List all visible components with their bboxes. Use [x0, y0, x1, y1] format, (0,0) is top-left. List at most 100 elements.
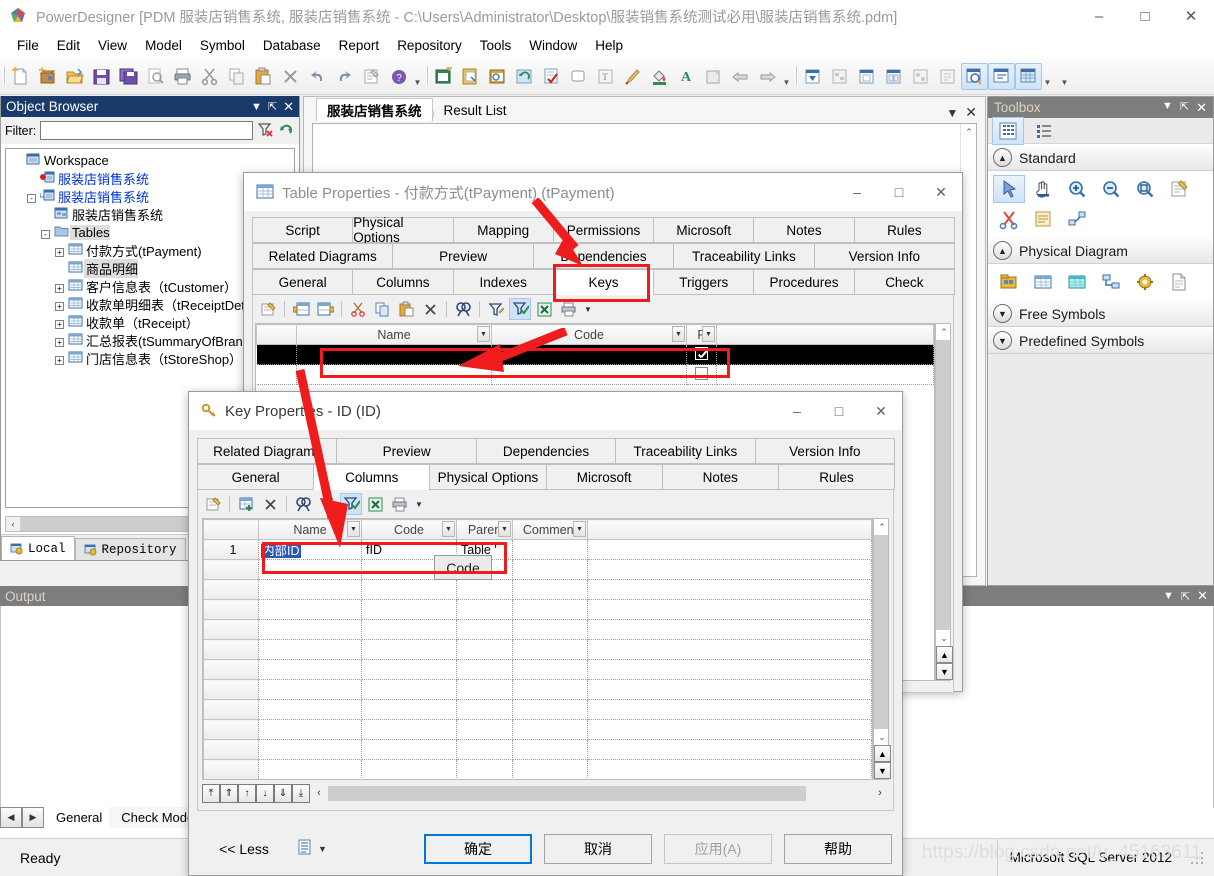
- help-button[interactable]: 帮助: [784, 834, 892, 864]
- zoom-in-icon[interactable]: [1061, 175, 1093, 203]
- menu-database[interactable]: Database: [254, 35, 330, 56]
- find-objects-icon[interactable]: [484, 63, 511, 90]
- scroll-down-arrow[interactable]: ⌄: [874, 729, 890, 745]
- column-parent-cell[interactable]: [457, 780, 513, 781]
- chevron-up-icon[interactable]: ▲: [993, 241, 1012, 260]
- table-row[interactable]: [203, 659, 872, 680]
- save-all-icon[interactable]: [115, 63, 142, 90]
- column-parent-cell[interactable]: [456, 599, 513, 620]
- report-dropdown-icon[interactable]: ▼: [318, 844, 327, 854]
- chevron-down-icon[interactable]: ▼: [993, 331, 1012, 350]
- expand-icon[interactable]: +: [52, 351, 67, 366]
- column-code-cell[interactable]: [362, 780, 457, 781]
- refresh-icon[interactable]: [278, 121, 295, 141]
- scroll-down-arrow[interactable]: ⌄: [936, 630, 952, 646]
- name-filter-dropdown-icon[interactable]: ▼: [477, 326, 490, 342]
- column-parent-cell[interactable]: [456, 719, 513, 740]
- menu-help[interactable]: Help: [586, 35, 632, 56]
- column-name-cell[interactable]: [258, 679, 362, 700]
- print-preview-icon[interactable]: [142, 63, 169, 90]
- column-comment-cell[interactable]: [512, 719, 588, 740]
- copy-icon[interactable]: [371, 298, 393, 320]
- align-text-icon[interactable]: T: [592, 63, 619, 90]
- chevron-up-icon[interactable]: ▲: [993, 148, 1012, 167]
- properties-icon[interactable]: [1163, 175, 1195, 203]
- keys-grid-vscrollbar[interactable]: ⌃ ⌄ ▲ ▼: [935, 323, 953, 681]
- move-up-block-icon[interactable]: ⇑: [220, 783, 238, 803]
- parent-filter-dropdown-icon[interactable]: ▼: [498, 521, 511, 537]
- move-top-icon[interactable]: ⤒: [202, 783, 220, 803]
- tab-microsoft[interactable]: Microsoft: [653, 217, 755, 243]
- chevron-down-icon[interactable]: ▼: [1162, 100, 1173, 116]
- key-code-cell[interactable]: ID: [491, 344, 687, 365]
- display-preferences-icon[interactable]: [799, 63, 826, 90]
- pin-icon[interactable]: ⇱: [268, 100, 277, 113]
- new-diagram-icon[interactable]: [430, 63, 457, 90]
- font-color-icon[interactable]: A: [673, 63, 700, 90]
- column-comment-cell[interactable]: [512, 579, 588, 600]
- column-parent-cell[interactable]: [456, 639, 513, 660]
- tab-columns[interactable]: Columns: [352, 269, 454, 295]
- chevron-down-icon[interactable]: ▼: [251, 101, 262, 113]
- menu-view[interactable]: View: [89, 35, 136, 56]
- toolbar-grip-3[interactable]: [795, 66, 798, 86]
- comment-icon[interactable]: [988, 62, 1015, 90]
- move-down-icon[interactable]: ↓: [256, 783, 274, 803]
- vscroll-thumb[interactable]: [936, 340, 950, 630]
- column-code-cell[interactable]: [361, 659, 457, 680]
- column-parent-cell[interactable]: [456, 759, 513, 779]
- scroll-up-arrow[interactable]: ⌃: [874, 519, 890, 535]
- toolbar-grip[interactable]: [3, 66, 6, 86]
- new-package-icon[interactable]: [34, 63, 61, 90]
- tab-related-diagrams[interactable]: Related Diagrams: [197, 438, 338, 464]
- column-name-cell[interactable]: [258, 759, 362, 779]
- fill-color-icon[interactable]: [646, 63, 673, 90]
- key-primary-checkbox-empty[interactable]: [686, 364, 717, 385]
- columns-hscrollbar[interactable]: [328, 785, 871, 801]
- column-comment-cell[interactable]: [512, 739, 588, 760]
- column-comment-cell[interactable]: [512, 639, 588, 660]
- hscroll-thumb[interactable]: [328, 785, 806, 801]
- columns-col-code[interactable]: Code ▼: [361, 519, 457, 540]
- tab-physical-options[interactable]: Physical Options: [429, 464, 547, 490]
- column-code-cell[interactable]: [361, 759, 457, 779]
- properties-icon[interactable]: [358, 63, 385, 90]
- chevron-down-icon[interactable]: ▼: [1163, 590, 1174, 602]
- pin-icon[interactable]: ⇱: [1180, 100, 1189, 116]
- column-comment-cell[interactable]: [512, 559, 588, 580]
- less-button[interactable]: << Less: [199, 834, 289, 864]
- close-icon[interactable]: ✕: [283, 99, 294, 115]
- model-icon[interactable]: [934, 63, 961, 90]
- menu-repository[interactable]: Repository: [388, 35, 471, 56]
- menu-report[interactable]: Report: [330, 35, 389, 56]
- column-name-cell[interactable]: [258, 699, 362, 720]
- close-button[interactable]: ✕: [920, 173, 962, 211]
- toolbar-overflow-1[interactable]: ▼: [412, 63, 423, 90]
- code-filter-dropdown-icon[interactable]: ▼: [672, 326, 685, 342]
- zoom-area-icon[interactable]: [1129, 175, 1161, 203]
- column-code-cell[interactable]: [361, 639, 457, 660]
- column-comment-cell[interactable]: [512, 679, 588, 700]
- model-options-icon[interactable]: [826, 63, 853, 90]
- column-parent-cell[interactable]: [456, 579, 513, 600]
- table-row[interactable]: [203, 599, 872, 620]
- clear-filter-icon[interactable]: [257, 121, 274, 141]
- spin-down-button[interactable]: ▼: [936, 663, 953, 680]
- toolbar-grip-2[interactable]: [426, 66, 429, 86]
- table-row[interactable]: [203, 739, 872, 760]
- column-name-cell[interactable]: [258, 579, 362, 600]
- close-button[interactable]: ✕: [860, 392, 902, 430]
- export-excel-icon[interactable]: [533, 298, 555, 320]
- tab-indexes[interactable]: Indexes: [452, 269, 554, 295]
- collapse-icon[interactable]: -: [24, 189, 39, 204]
- delete-icon[interactable]: [993, 205, 1025, 233]
- column-code-cell[interactable]: [361, 679, 457, 700]
- tab-preview[interactable]: Preview: [336, 438, 477, 464]
- folder-up-icon[interactable]: [700, 63, 727, 90]
- column-name-cell[interactable]: [258, 619, 362, 640]
- tab-rules[interactable]: Rules: [777, 464, 896, 490]
- menu-window[interactable]: Window: [520, 35, 586, 56]
- print-icon[interactable]: [557, 298, 579, 320]
- column-code-cell[interactable]: [361, 599, 457, 620]
- back-icon[interactable]: [727, 63, 754, 90]
